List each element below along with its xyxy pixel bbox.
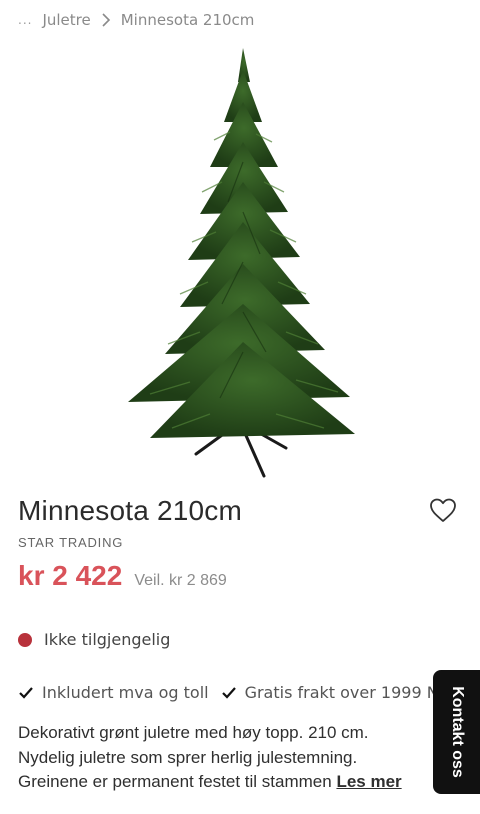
chevron-right-icon (102, 13, 110, 27)
christmas-tree-image[interactable] (110, 42, 370, 482)
heart-outline-icon[interactable] (428, 496, 458, 524)
product-title: Minnesota 210cm (18, 495, 243, 526)
breadcrumb: ... Juletre Minnesota 210cm (18, 8, 254, 32)
usp-item: Inkludert mva og toll (18, 683, 209, 702)
check-icon (19, 686, 33, 699)
usp-list: Inkludert mva og toll Gratis frakt over … (18, 683, 448, 702)
availability-label: Ikke tilgjengelig (44, 630, 171, 649)
breadcrumb-ellipsis[interactable]: ... (18, 13, 32, 27)
description-line: Dekorativt grønt juletre med høy topp. 2… (18, 723, 369, 742)
description-line: Nydelig juletre som sprer herlig juleste… (18, 747, 358, 767)
contact-us-label: Kontakt oss (448, 686, 466, 778)
product-brand[interactable]: STAR TRADING (18, 535, 123, 550)
product-description: Dekorativt grønt juletre med høy topp. 2… (18, 721, 448, 795)
description-line: Greinene er permanent festet til stammen… (18, 770, 448, 795)
contact-us-tab[interactable]: Kontakt oss (433, 670, 480, 794)
price-row: kr 2 422 Veil. kr 2 869 (18, 560, 227, 592)
usp-item: Gratis frakt over 1999 NOK (221, 683, 448, 702)
breadcrumb-item-juletre[interactable]: Juletre (42, 11, 90, 29)
availability-status: Ikke tilgjengelig (18, 630, 170, 649)
product-price: kr 2 422 (18, 560, 123, 591)
usp-label: Gratis frakt over 1999 NOK (244, 683, 448, 702)
check-icon (221, 686, 236, 699)
recommended-price: Veil. kr 2 869 (134, 572, 227, 589)
usp-label: Inkludert mva og toll (42, 683, 209, 702)
breadcrumb-item-current[interactable]: Minnesota 210cm (121, 11, 255, 29)
description-line-text: Greinene er permanent festet til stammen (18, 772, 332, 791)
status-dot-icon (18, 632, 32, 647)
read-more-link[interactable]: Les mer (336, 772, 401, 791)
